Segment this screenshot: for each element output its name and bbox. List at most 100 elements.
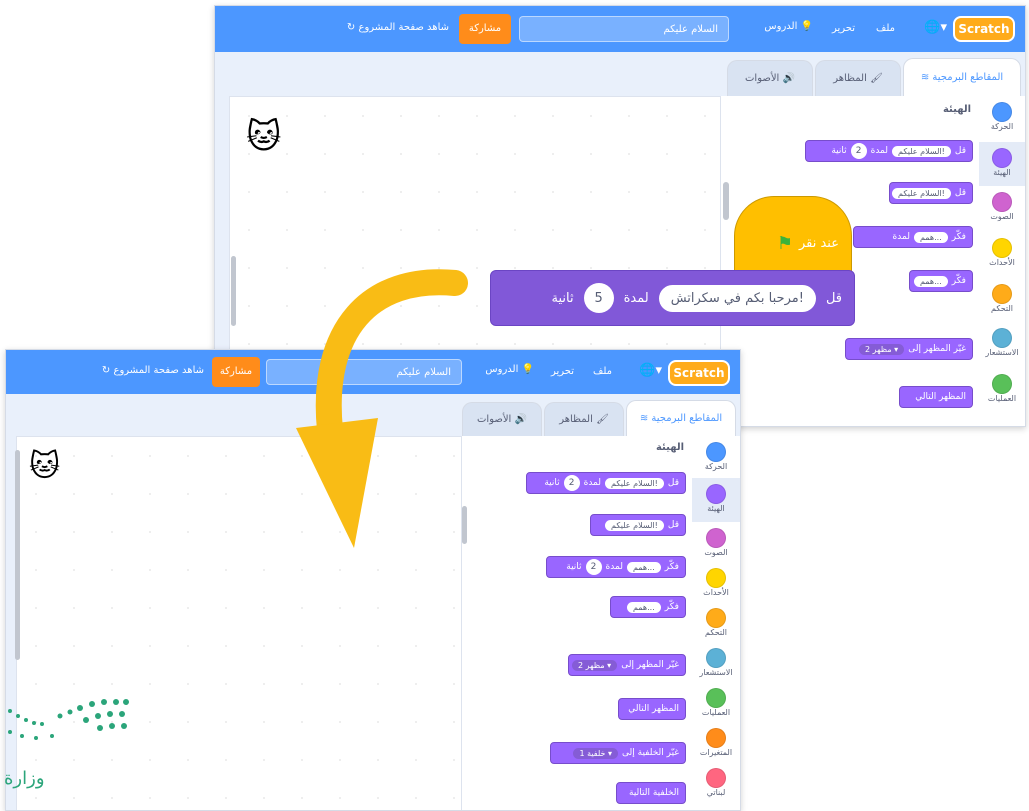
think-for-label-front: لمدة xyxy=(605,562,623,572)
control-label-front: التحكم xyxy=(705,628,727,637)
category-looks[interactable]: الهيئة xyxy=(979,142,1025,186)
think-for-label: لمدة xyxy=(892,232,910,242)
think-text-field-2-front[interactable]: همم... xyxy=(626,601,661,613)
file-menu-front[interactable]: ملف xyxy=(593,366,612,377)
think-secs-field-front[interactable]: 2 xyxy=(585,559,602,575)
category-variables-front[interactable]: المتغيرات xyxy=(692,728,740,768)
menu-bar-front: Scratch 🌐▾ ملف تحرير الدروس 💡 السلام علي… xyxy=(6,350,740,394)
operators-label: العمليات xyxy=(987,394,1017,403)
category-events[interactable]: الأحداث xyxy=(979,238,1025,278)
category-sensing-front[interactable]: الاستشعار xyxy=(692,648,740,688)
overlay-secs-field[interactable]: 5 xyxy=(583,283,614,313)
project-title-input[interactable]: السلام عليكم xyxy=(519,16,729,42)
backdrop-dropdown-front[interactable]: خلفية 1 ▾ xyxy=(573,747,619,759)
tab-code-front[interactable]: ≋ المقاطع البرمجية xyxy=(626,400,736,436)
category-operators[interactable]: العمليات xyxy=(979,374,1025,414)
category-sound[interactable]: الصوت xyxy=(979,192,1025,232)
category-events-front[interactable]: الأحداث xyxy=(692,568,740,608)
category-looks-front[interactable]: الهيئة xyxy=(692,478,740,522)
say-for-secs-block-front[interactable]: قل السلام عليكم! لمدة 2 ثانية xyxy=(526,472,686,494)
say-block-front[interactable]: قل السلام عليكم! xyxy=(590,514,686,536)
costume-dropdown[interactable]: مظهر 2 ▾ xyxy=(859,343,905,355)
when-flag-clicked-block[interactable]: عند نقر ⚑ xyxy=(734,196,852,280)
next-backdrop-block-front[interactable]: الخلفية التالية xyxy=(616,782,686,804)
category-myblocks-front[interactable]: لبناتي xyxy=(692,768,740,808)
control-label: التحكم xyxy=(991,304,1013,313)
see-project-page-icon-front: ↻ xyxy=(101,365,111,376)
cat-sprite-icon-front[interactable]: 🐱 xyxy=(29,449,60,484)
overlay-message-field[interactable]: مرحبا بكم في سكراتش! xyxy=(658,284,816,312)
tab-costumes-front[interactable]: المظاهر 🖌 xyxy=(544,402,624,436)
category-sensing[interactable]: الاستشعار xyxy=(979,328,1025,368)
think-for-secs-block-front[interactable]: فكّر همم... لمدة 2 ثانية xyxy=(546,556,686,578)
motion-label: الحركة xyxy=(990,122,1014,131)
see-project-page-link-front[interactable]: ↻ شاهد صفحة المشروع xyxy=(102,365,204,376)
share-button[interactable]: مشاركة xyxy=(459,14,511,44)
next-costume-block[interactable]: المظهر التالي xyxy=(899,386,973,408)
events-label-front: الأحداث xyxy=(703,588,729,597)
tutorials-menu[interactable]: الدروس 💡 xyxy=(764,21,813,32)
share-button-front[interactable]: مشاركة xyxy=(212,357,260,387)
file-menu[interactable]: ملف xyxy=(876,23,895,34)
tab-code[interactable]: ≋ المقاطع البرمجية xyxy=(903,58,1021,96)
edit-menu[interactable]: تحرير xyxy=(832,23,855,34)
switch-costume-block[interactable]: غيّر المظهر إلى مظهر 2 ▾ xyxy=(845,338,973,360)
overlay-say-label: قل xyxy=(825,290,842,306)
palette-heading-front: الهيئة xyxy=(655,442,684,453)
project-title-input-front[interactable]: السلام عليكم xyxy=(266,359,462,385)
green-flag-icon: ⚑ xyxy=(776,233,793,254)
scratch-logo[interactable]: Scratch xyxy=(953,16,1015,42)
tab-sounds[interactable]: الأصوات 🔊 xyxy=(727,60,813,96)
think-text-field-2[interactable]: همم... xyxy=(913,275,948,287)
secs-field-front[interactable]: 2 xyxy=(563,475,580,491)
stage-scrollbar[interactable] xyxy=(231,256,236,326)
think-block-front[interactable]: فكّر همم... xyxy=(610,596,686,618)
say-for-secs-block[interactable]: قل السلام عليكم! لمدة 2 ثانية xyxy=(805,140,973,162)
say-for-secs-enlarged-block[interactable]: قل مرحبا بكم في سكراتش! لمدة 5 ثانية xyxy=(490,270,855,326)
think-block[interactable]: فكّر همم... xyxy=(909,270,973,292)
next-costume-block-front[interactable]: المظهر التالي xyxy=(618,698,686,720)
palette-scrollbar-front[interactable] xyxy=(462,506,467,544)
category-motion[interactable]: الحركة xyxy=(979,102,1025,142)
think-text-field[interactable]: همم... xyxy=(913,231,948,243)
category-control-front[interactable]: التحكم xyxy=(692,608,740,648)
switch-backdrop-block-front[interactable]: غيّر الخلفية إلى خلفية 1 ▾ xyxy=(550,742,686,764)
say-text-field-2[interactable]: السلام عليكم! xyxy=(892,187,951,199)
cat-sprite-icon[interactable]: 🐱 xyxy=(246,117,281,157)
tutorials-menu-front[interactable]: الدروس 💡 xyxy=(485,364,534,375)
category-motion-front[interactable]: الحركة xyxy=(692,442,740,482)
tab-sounds-front[interactable]: الأصوات 🔊 xyxy=(462,402,542,436)
say-text-field-2-front[interactable]: السلام عليكم! xyxy=(605,519,664,531)
control-dot-front xyxy=(706,608,726,628)
sensing-label-front: الاستشعار xyxy=(699,668,733,677)
category-menu-front: الحركة الهيئة الصوت الأحداث التحكم الاست… xyxy=(691,436,740,810)
tab-costumes[interactable]: المظاهر 🖌 xyxy=(815,60,901,96)
switch-costume-block-front[interactable]: غيّر المظهر إلى مظهر 2 ▾ xyxy=(568,654,686,676)
myblocks-dot-front xyxy=(706,768,726,788)
code-tab-label-front: المقاطع البرمجية xyxy=(651,413,723,424)
globe-icon[interactable]: 🌐▾ xyxy=(924,20,947,35)
category-operators-front[interactable]: العمليات xyxy=(692,688,740,728)
globe-icon-front[interactable]: 🌐▾ xyxy=(639,363,662,378)
secs-field[interactable]: 2 xyxy=(850,143,867,159)
think-text-field-front[interactable]: همم... xyxy=(626,561,661,573)
stage-scrollbar-front[interactable] xyxy=(15,450,20,660)
for-label: لمدة xyxy=(870,146,888,156)
category-control[interactable]: التحكم xyxy=(979,284,1025,324)
palette-scrollbar[interactable] xyxy=(723,182,729,220)
scratch-logo-front[interactable]: Scratch xyxy=(668,360,730,386)
see-project-page-link[interactable]: ↻ شاهد صفحة المشروع xyxy=(347,22,449,33)
say-text-field[interactable]: السلام عليكم! xyxy=(892,145,951,157)
say-block[interactable]: قل السلام عليكم! xyxy=(889,182,973,204)
code-tab-icon-front: ≋ xyxy=(639,413,649,424)
sensing-label: الاستشعار xyxy=(985,348,1019,357)
think-label-2-front: فكّر xyxy=(664,602,679,612)
category-sound-front[interactable]: الصوت xyxy=(692,528,740,568)
costume-dropdown-front[interactable]: مظهر 2 ▾ xyxy=(572,659,618,671)
think-for-secs-block[interactable]: فكّر همم... لمدة xyxy=(853,226,973,248)
operators-dot-front xyxy=(706,688,726,708)
edit-menu-front[interactable]: تحرير xyxy=(551,366,574,377)
tutorials-label-front: الدروس xyxy=(485,364,519,375)
say-text-field-front[interactable]: السلام عليكم! xyxy=(605,477,664,489)
sensing-dot-front xyxy=(706,648,726,668)
